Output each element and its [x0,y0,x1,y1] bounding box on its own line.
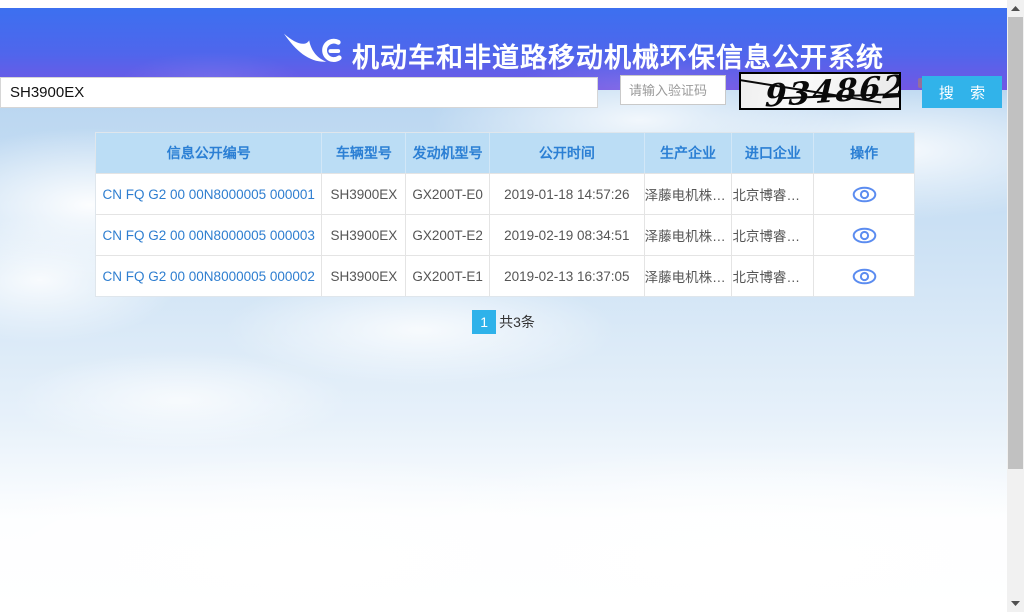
manufacturer-cell: 泽藤电机株式... [645,256,733,296]
publish-time-cell: 2019-02-19 08:34:51 [490,215,645,255]
column-header-engine-model: 发动机型号 [406,133,490,173]
view-eye-icon[interactable] [852,268,877,285]
table-row: CN FQ G2 00 00N8000005 000002 SH3900EX G… [96,255,914,296]
column-header-publish-time: 公开时间 [490,133,645,173]
disclosure-id-link[interactable]: CN FQ G2 00 00N8000005 000001 [103,187,315,202]
page: 机动车和非道路移动机械环保信息公开系统 934862 搜 索 信息公开编号 车辆… [0,0,1024,612]
search-input[interactable] [0,77,598,108]
publish-time-cell: 2019-01-18 14:57:26 [490,174,645,214]
captcha-code: 934862 [765,72,896,110]
scroll-down-button[interactable] [1007,595,1024,612]
scroll-up-button[interactable] [1007,0,1024,17]
importer-cell: 北京博睿辰翔... [732,256,814,296]
scrollbar-thumb[interactable] [1008,17,1023,469]
total-count: 共3条 [499,312,535,332]
importer-cell: 北京博睿辰翔... [732,174,814,214]
manufacturer-cell: 泽藤电机株式... [645,174,733,214]
top-strip [0,0,1007,8]
captcha-image[interactable]: 934862 [739,72,901,110]
view-eye-icon[interactable] [852,227,877,244]
pagination: 1 共3条 [0,310,1007,334]
manufacturer-cell: 泽藤电机株式... [645,215,733,255]
logo-bird-icon [283,30,345,72]
vehicle-model-cell: SH3900EX [322,256,406,296]
search-button[interactable]: 搜 索 [922,76,1002,108]
column-header-importer: 进口企业 [732,133,814,173]
publish-time-cell: 2019-02-13 16:37:05 [490,256,645,296]
table-row: CN FQ G2 00 00N8000005 000003 SH3900EX G… [96,214,914,255]
engine-model-cell: GX200T-E2 [406,215,490,255]
page-title: 机动车和非道路移动机械环保信息公开系统 [352,36,952,75]
importer-cell: 北京博睿辰翔... [732,215,814,255]
page-button-1[interactable]: 1 [472,310,496,334]
disclosure-id-link[interactable]: CN FQ G2 00 00N8000005 000002 [103,269,315,284]
engine-model-cell: GX200T-E1 [406,256,490,296]
column-header-manufacturer: 生产企业 [645,133,733,173]
table-row: CN FQ G2 00 00N8000005 000001 SH3900EX G… [96,173,914,214]
scrollbar [1007,0,1024,612]
view-eye-icon[interactable] [852,186,877,203]
column-header-disclosure-id: 信息公开编号 [96,133,322,173]
vehicle-model-cell: SH3900EX [322,215,406,255]
captcha-input[interactable] [620,75,726,105]
results-table: 信息公开编号 车辆型号 发动机型号 公开时间 生产企业 进口企业 操作 CN F… [95,132,915,297]
vehicle-model-cell: SH3900EX [322,174,406,214]
engine-model-cell: GX200T-E0 [406,174,490,214]
column-header-vehicle-model: 车辆型号 [322,133,406,173]
disclosure-id-link[interactable]: CN FQ G2 00 00N8000005 000003 [103,228,315,243]
column-header-actions: 操作 [814,133,914,173]
table-header-row: 信息公开编号 车辆型号 发动机型号 公开时间 生产企业 进口企业 操作 [96,133,914,173]
